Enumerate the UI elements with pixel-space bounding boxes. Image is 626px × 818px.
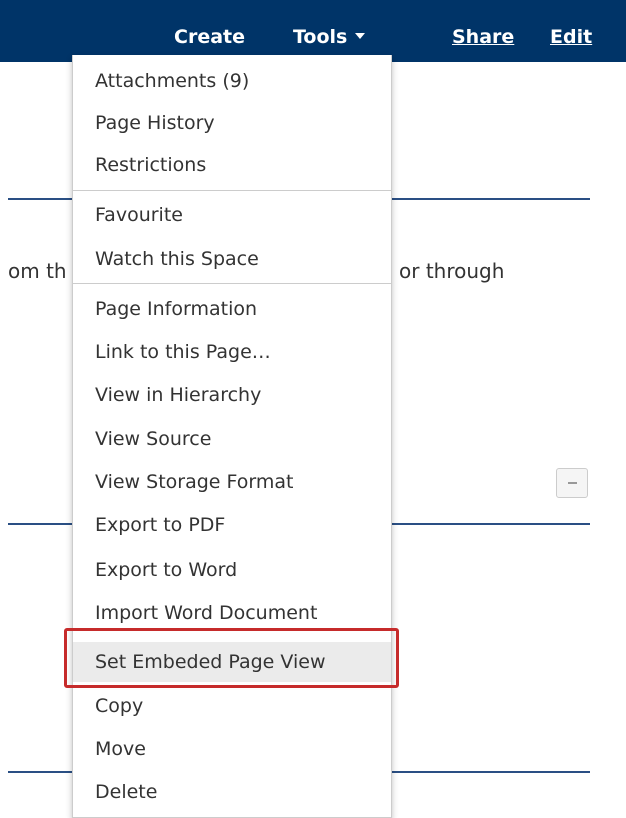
top-header-bar: Create Tools Share Edit xyxy=(0,0,626,62)
menu-item-export-word[interactable]: Export to Word xyxy=(73,550,391,590)
menu-item-import-word[interactable]: Import Word Document xyxy=(73,593,391,633)
tools-dropdown-menu: Attachments (9) Page History Restriction… xyxy=(72,55,392,818)
menu-item-copy[interactable]: Copy xyxy=(73,686,391,726)
menu-item-link-to-page[interactable]: Link to this Page… xyxy=(73,332,391,372)
share-button[interactable]: Share xyxy=(452,24,514,50)
menu-item-view-storage-format[interactable]: View Storage Format xyxy=(73,462,391,502)
menu-item-set-embeded-page-view[interactable]: Set Embeded Page View xyxy=(73,642,391,682)
menu-item-restrictions[interactable]: Restrictions xyxy=(73,145,391,185)
edit-button[interactable]: Edit xyxy=(550,24,592,50)
menu-item-view-source[interactable]: View Source xyxy=(73,419,391,459)
create-button[interactable]: Create xyxy=(174,24,245,50)
tools-menu-button[interactable]: Tools xyxy=(293,24,366,50)
menu-divider xyxy=(73,283,391,284)
menu-item-page-history[interactable]: Page History xyxy=(73,103,391,143)
menu-item-move[interactable]: Move xyxy=(73,729,391,769)
menu-item-favourite[interactable]: Favourite xyxy=(73,195,391,235)
menu-item-page-information[interactable]: Page Information xyxy=(73,289,391,329)
minus-icon xyxy=(568,482,577,484)
menu-item-view-hierarchy[interactable]: View in Hierarchy xyxy=(73,375,391,415)
menu-item-delete[interactable]: Delete xyxy=(73,772,391,812)
page-text-fragment-right: or through xyxy=(399,259,505,283)
menu-item-export-pdf[interactable]: Export to PDF xyxy=(73,505,391,545)
edit-label: Edit xyxy=(550,26,593,48)
menu-divider xyxy=(73,190,391,191)
share-label: Share xyxy=(452,26,515,48)
caret-down-icon xyxy=(355,33,366,39)
collapse-button[interactable] xyxy=(556,468,588,498)
tools-label: Tools xyxy=(293,26,348,48)
menu-item-attachments[interactable]: Attachments (9) xyxy=(73,61,391,101)
page-text-fragment-left: om th xyxy=(8,259,67,283)
menu-item-watch-space[interactable]: Watch this Space xyxy=(73,239,391,279)
